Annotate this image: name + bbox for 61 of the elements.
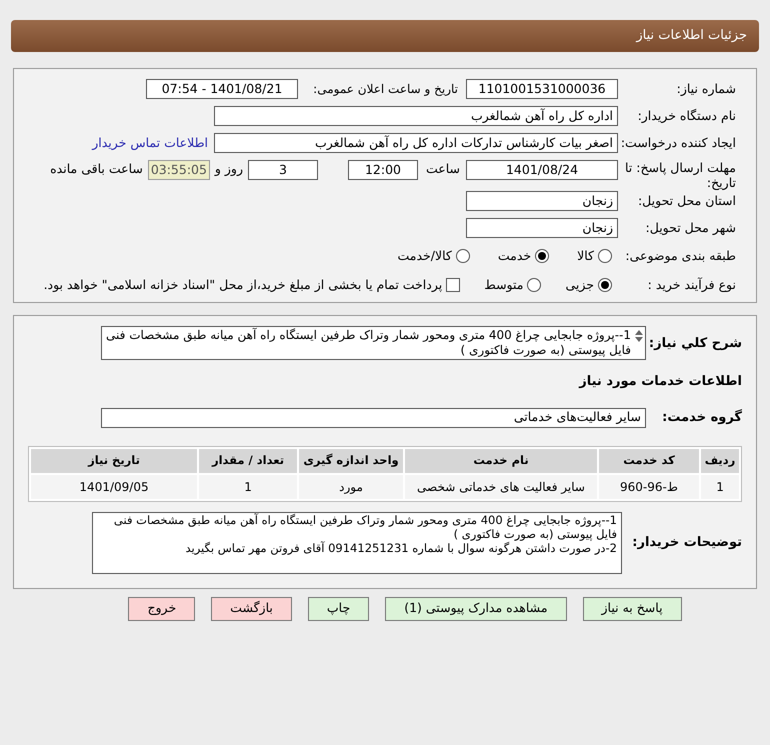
column-header: نام خدمت bbox=[405, 448, 597, 472]
text-field[interactable]: سایر فعالیت‌های خدماتی bbox=[101, 408, 646, 428]
text-field[interactable]: 1401/08/21 - 07:54 bbox=[146, 79, 298, 99]
field-label: توضیحات خریدار: bbox=[631, 534, 742, 552]
remaining-time: 03:55:05 bbox=[148, 160, 210, 180]
action-button[interactable]: بازگشت bbox=[211, 596, 292, 620]
field-label: استان محل تحویل: bbox=[636, 192, 736, 210]
radio-button[interactable] bbox=[535, 249, 550, 263]
column-header: تعداد / مقدار bbox=[199, 448, 297, 472]
note-text: 2-در صورت داشتن هرگونه سوال با شماره 09141251231 آقای فروتن مهر تماس بگیرید bbox=[184, 540, 617, 554]
field-label: گروه خدمت: bbox=[661, 408, 742, 427]
table-cell: مورد bbox=[299, 474, 403, 498]
column-header: کد خدمت bbox=[599, 448, 699, 472]
option-label: کالا/خدمت bbox=[397, 246, 452, 265]
option-label: جزیی bbox=[565, 276, 594, 294]
action-button[interactable]: پاسخ به نیاز bbox=[582, 596, 682, 620]
field-label: شرح کلي نیاز: bbox=[648, 335, 742, 353]
text-field[interactable]: زنجان bbox=[466, 218, 618, 238]
option-label: کالا bbox=[577, 246, 594, 265]
text-field[interactable]: 1101001531000036 bbox=[466, 79, 618, 99]
field-label: ساعت bbox=[424, 160, 460, 178]
column-header: ردیف bbox=[701, 448, 739, 472]
action-button[interactable]: خروج bbox=[128, 596, 196, 620]
field-label: مهلت ارسال پاسخ: تا تاریخ: bbox=[624, 160, 736, 190]
checkbox[interactable] bbox=[446, 278, 460, 292]
field-label: نام دستگاه خریدار: bbox=[636, 106, 736, 125]
table-cell: 1 bbox=[199, 474, 297, 498]
note-text: 1--پروژه جابجایی چراغ 400 متری ومحور شمار وتراک طرفین ایستگاه راه آهن میانه طبق مشخصات فنی فایل پیوستی (به صورت فاکتوری ) bbox=[112, 512, 617, 540]
radio-button[interactable] bbox=[456, 249, 470, 263]
field-label: تاریخ و ساعت اعلان عمومی: bbox=[312, 81, 458, 98]
table-cell: 1 bbox=[701, 474, 739, 498]
column-header: واحد اندازه گیری bbox=[299, 448, 403, 472]
field-label: روز و bbox=[214, 160, 243, 178]
column-header: تاریخ نیاز bbox=[31, 448, 197, 472]
field-label: شماره نیاز: bbox=[676, 80, 736, 98]
field-label: ایجاد کننده درخواست: bbox=[620, 134, 736, 152]
action-button[interactable]: مشاهده مدارک پیوستی (1) bbox=[385, 596, 567, 620]
option-label: پرداخت تمام یا بخشی از مبلغ خرید،از محل "اسناد خزانه اسلامی" خواهد بود. bbox=[44, 276, 442, 294]
text-field[interactable]: زنجان bbox=[466, 191, 618, 211]
text-field[interactable]: 12:00 bbox=[348, 160, 418, 180]
field-label: طبقه بندی موضوعی: bbox=[624, 246, 736, 265]
radio-button[interactable] bbox=[598, 278, 612, 292]
action-button[interactable]: چاپ bbox=[308, 596, 370, 620]
radio-button[interactable] bbox=[598, 249, 612, 263]
radio-button[interactable] bbox=[527, 278, 542, 292]
field-label: ساعت باقی مانده bbox=[50, 160, 143, 178]
table-cell: ط-96-960 bbox=[599, 474, 699, 498]
text-field[interactable]: 1401/08/24 bbox=[466, 160, 618, 180]
page-title: جزئیات اطلاعات نیاز bbox=[636, 27, 747, 46]
text-field[interactable]: اصغر بیات کارشناس تدارکات اداره کل راه آهن شمالغرب bbox=[214, 133, 618, 153]
buyer-contact-link[interactable]: اطلاعات تماس خریدار bbox=[92, 134, 208, 152]
text-field[interactable]: اداره کل راه آهن شمالغرب bbox=[214, 106, 618, 126]
option-label: متوسط bbox=[484, 276, 524, 294]
section-title: اطلاعات خدمات مورد نیاز bbox=[578, 373, 742, 391]
table-cell: 1401/09/05 bbox=[31, 474, 197, 498]
table-cell: سایر فعالیت های خدماتی شخصی bbox=[405, 474, 597, 498]
text-field[interactable]: 3 bbox=[248, 160, 318, 180]
field-label: شهر محل تحویل: bbox=[644, 218, 736, 237]
option-label: خدمت bbox=[498, 246, 532, 265]
scroll-arrows-icon[interactable] bbox=[635, 330, 643, 342]
field-label: نوع فرآیند خرید : bbox=[646, 276, 736, 294]
